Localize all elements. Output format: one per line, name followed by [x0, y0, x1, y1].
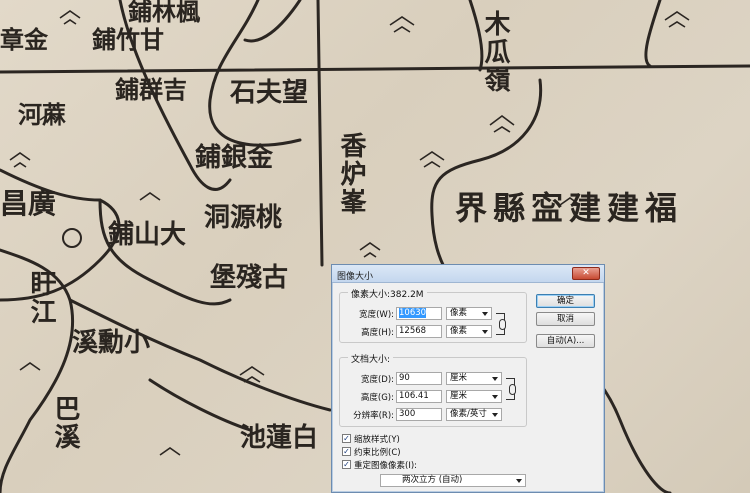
resolution-unit-select[interactable]: 像素/英寸 [446, 408, 502, 421]
close-button[interactable]: ✕ [572, 267, 600, 280]
map-label: 香炉峯 [336, 132, 366, 216]
map-label: 鋪林楓 [128, 0, 200, 26]
document-size-legend: 文档大小: [348, 352, 394, 365]
map-label: 石夫望 [230, 78, 309, 108]
map-label: 洞源桃 [204, 203, 283, 233]
cancel-button[interactable]: 取消 [536, 312, 595, 326]
resolution-label: 分辨率(R): [353, 411, 394, 421]
resample-method-select[interactable]: 两次立方 (自动) [380, 474, 526, 487]
chevron-down-icon [492, 413, 498, 417]
doc-height-row: 高度(G): 106.41 厘米 [340, 390, 526, 403]
resolution-row: 分辨率(R): 300 像素/英寸 [340, 408, 526, 421]
resample-image-label: 重定图像像素(I): [354, 461, 418, 471]
pixel-dimensions-legend: 像素大小:382.2M [348, 287, 427, 300]
close-icon: ✕ [582, 268, 590, 278]
constrain-proportions-checkbox[interactable]: ✓ [342, 447, 351, 456]
pixel-width-unit-select[interactable]: 像素 [446, 307, 492, 320]
doc-height-unit-select[interactable]: 厘米 [446, 390, 502, 403]
pixel-height-unit-select[interactable]: 像素 [446, 325, 492, 338]
pixel-dimensions-group: 像素大小:382.2M 宽度(W): 10630 像素 高度(H): 12568… [339, 287, 527, 343]
constrain-proportions-label: 约束比例(C) [354, 448, 401, 458]
doc-width-unit-select[interactable]: 厘米 [446, 372, 502, 385]
constrain-link-icon [506, 378, 516, 400]
map-label: 章金 [0, 25, 48, 54]
dialog-titlebar[interactable]: 图像大小 ✕ [332, 265, 604, 283]
chevron-down-icon [492, 377, 498, 381]
map-label: 鋪竹甘 [92, 25, 164, 54]
doc-width-input[interactable]: 90 [396, 372, 442, 385]
ok-button[interactable]: 确定 [536, 294, 595, 308]
map-label: 鋪銀金 [195, 143, 274, 173]
pixel-height-label: 高度(H): [361, 328, 394, 338]
map-label: 溪勳小 [72, 328, 151, 358]
image-size-dialog: 图像大小 ✕ 像素大小:382.2M 宽度(W): 10630 像素 高度(H)… [331, 264, 605, 493]
map-label: 昌廣 [0, 187, 57, 220]
scale-styles-label: 缩放样式(Y) [354, 435, 400, 445]
doc-width-row: 宽度(D): 90 厘米 [340, 372, 526, 385]
pixel-width-label: 宽度(W): [359, 310, 394, 320]
chain-icon [509, 384, 516, 395]
doc-height-input[interactable]: 106.41 [396, 390, 442, 403]
dialog-title: 图像大小 [337, 272, 374, 282]
map-label: 巴溪 [50, 395, 80, 451]
pixel-height-input[interactable]: 12568 [396, 325, 442, 338]
chevron-down-icon [482, 330, 488, 334]
constrain-link-icon [496, 313, 506, 335]
chevron-down-icon [482, 312, 488, 316]
map-label: 堡殘古 [210, 263, 289, 293]
chevron-down-icon [492, 395, 498, 399]
pixel-width-input[interactable]: 10630 [396, 307, 442, 320]
scale-styles-checkbox[interactable]: ✓ [342, 434, 351, 443]
map-label: 鋪山大 [108, 220, 187, 250]
auto-button[interactable]: 自动(A)... [536, 334, 595, 348]
map-label: 木瓜嶺 [480, 10, 510, 94]
chevron-down-icon [516, 479, 522, 483]
map-label: 河蔴 [18, 100, 66, 129]
doc-width-label: 宽度(D): [360, 375, 394, 385]
doc-height-label: 高度(G): [360, 393, 394, 403]
resample-image-checkbox[interactable]: ✓ [342, 460, 351, 469]
document-size-group: 文档大小: 宽度(D): 90 厘米 高度(G): 106.41 厘米 分辨率(… [339, 352, 527, 427]
map-label: 鋪群吉 [115, 75, 187, 104]
map-label: 池蓮白 [240, 423, 319, 453]
resolution-input[interactable]: 300 [396, 408, 442, 421]
map-label: 界縣寍建建福 [455, 189, 684, 227]
map-label: 盱江 [26, 270, 56, 326]
chain-icon [499, 319, 506, 330]
